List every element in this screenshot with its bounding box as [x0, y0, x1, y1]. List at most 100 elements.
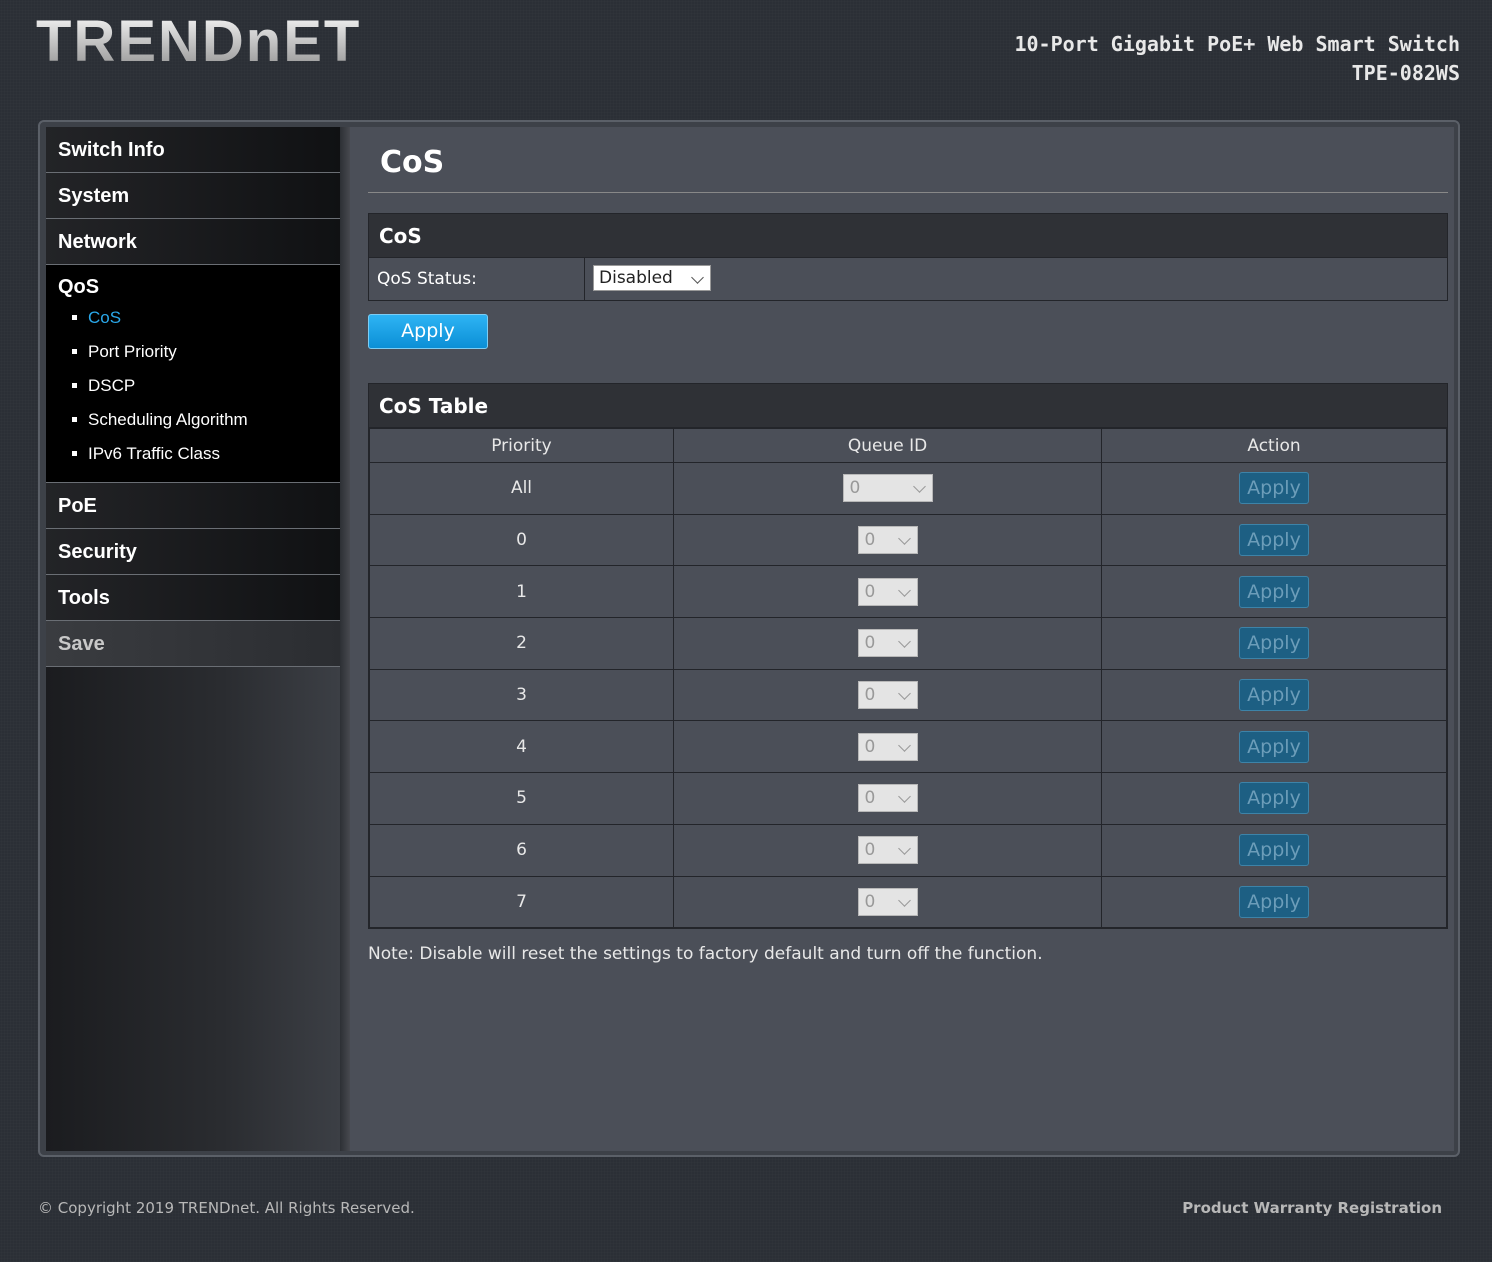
table-row: All 0 Apply — [369, 462, 1447, 515]
queue-id-value: 0 — [864, 581, 876, 602]
queue-id-value: 0 — [864, 633, 876, 654]
bullet-icon — [72, 451, 77, 456]
table-row: 0 0 Apply — [369, 513, 1447, 567]
row-apply-button[interactable]: Apply — [1239, 575, 1309, 608]
table-row: 4 0 Apply — [369, 720, 1447, 774]
cos-box-title: CoS — [369, 214, 1447, 258]
subnav-label: IPv6 Traffic Class — [88, 444, 220, 463]
table-row: 5 0 Apply — [369, 772, 1447, 825]
nav-save[interactable]: Save — [46, 621, 340, 667]
cos-table-body: All 0 Apply 0 0 Apply 1 0 Apply 2 0 Apply 3 0 Apply 4 0 A… — [369, 462, 1447, 929]
action-cell: Apply — [1101, 823, 1447, 877]
nav-poe[interactable]: PoE — [46, 483, 340, 529]
nav-network[interactable]: Network — [46, 219, 340, 265]
qos-status-value: Disabled — [599, 268, 673, 288]
queue-id-select[interactable]: 0 — [857, 681, 918, 710]
product-header: 10-Port Gigabit PoE+ Web Smart Switch TP… — [1014, 30, 1460, 88]
table-row: 7 0 Apply — [369, 875, 1447, 929]
priority-cell: 7 — [369, 875, 674, 929]
queue-id-select[interactable]: 0 — [857, 887, 918, 916]
subnav-label: DSCP — [88, 376, 136, 395]
chevron-down-icon — [897, 738, 911, 752]
priority-cell: All — [369, 462, 674, 515]
nav-system[interactable]: System — [46, 173, 340, 219]
queue-id-select[interactable]: 0 — [857, 784, 918, 813]
subnav-port-priority[interactable]: Port Priority — [46, 335, 340, 369]
queue-cell: 0 — [673, 875, 1102, 929]
queue-cell: 0 — [673, 513, 1102, 567]
copyright-text: © Copyright 2019 TRENDnet. All Rights Re… — [38, 1199, 415, 1217]
queue-cell: 0 — [673, 668, 1102, 722]
queue-cell: 0 — [673, 720, 1102, 774]
row-apply-button[interactable]: Apply — [1239, 472, 1309, 505]
qos-submenu: CoS Port Priority DSCP Scheduling Algori… — [46, 301, 340, 471]
chevron-down-icon — [912, 480, 926, 494]
queue-cell: 0 — [673, 565, 1102, 619]
subnav-scheduling-algorithm[interactable]: Scheduling Algorithm — [46, 403, 340, 437]
nav-security[interactable]: Security — [46, 529, 340, 575]
note-text: Note: Disable will reset the settings to… — [368, 944, 1043, 964]
content-frame: Switch Info System Network QoS CoS Port … — [38, 120, 1460, 1157]
action-cell: Apply — [1101, 617, 1447, 670]
priority-cell: 0 — [369, 513, 674, 567]
nav-switch-info[interactable]: Switch Info — [46, 127, 340, 173]
queue-id-select[interactable]: 0 — [842, 474, 933, 503]
col-action: Action — [1101, 428, 1447, 463]
queue-cell: 0 — [673, 462, 1102, 515]
table-row: 2 0 Apply — [369, 617, 1447, 670]
table-row: 1 0 Apply — [369, 565, 1447, 619]
priority-cell: 1 — [369, 565, 674, 619]
page-title: CoS — [380, 145, 445, 180]
queue-id-select[interactable]: 0 — [857, 732, 918, 761]
cos-settings-box: CoS QoS Status: Disabled — [368, 213, 1448, 301]
queue-cell: 0 — [673, 617, 1102, 670]
chevron-down-icon — [897, 532, 911, 545]
row-apply-button[interactable]: Apply — [1239, 782, 1309, 815]
subnav-dscp[interactable]: DSCP — [46, 369, 340, 403]
priority-cell: 4 — [369, 720, 674, 774]
subnav-ipv6-traffic-class[interactable]: IPv6 Traffic Class — [46, 437, 340, 471]
chevron-down-icon — [897, 842, 911, 856]
chevron-down-icon — [897, 583, 911, 597]
row-apply-button[interactable]: Apply — [1239, 627, 1309, 660]
sidebar-divider — [340, 127, 350, 1151]
qos-status-row: QoS Status: Disabled — [369, 258, 1447, 300]
row-apply-button[interactable]: Apply — [1239, 679, 1309, 712]
priority-cell: 3 — [369, 668, 674, 722]
row-apply-button[interactable]: Apply — [1239, 885, 1309, 918]
queue-id-value: 0 — [864, 788, 876, 809]
queue-id-value: 0 — [864, 840, 876, 861]
action-cell: Apply — [1101, 462, 1447, 515]
cos-table-box: CoS Table Priority Queue ID Action All 0 A… — [368, 383, 1448, 930]
qos-status-select[interactable]: Disabled — [593, 265, 711, 291]
priority-cell: 6 — [369, 823, 674, 877]
nav-qos[interactable]: QoS — [46, 275, 340, 299]
queue-id-select[interactable]: 0 — [857, 577, 918, 606]
col-priority: Priority — [369, 428, 674, 463]
table-header-row: Priority Queue ID Action — [369, 428, 1447, 463]
row-apply-button[interactable]: Apply — [1239, 834, 1309, 867]
warranty-link[interactable]: Product Warranty Registration — [1182, 1199, 1442, 1217]
action-cell: Apply — [1101, 668, 1447, 722]
queue-id-select[interactable]: 0 — [857, 836, 918, 865]
table-row: 6 0 Apply — [369, 823, 1447, 877]
subnav-label: CoS — [88, 308, 122, 327]
action-cell: Apply — [1101, 565, 1447, 619]
queue-cell: 0 — [673, 772, 1102, 825]
queue-id-select[interactable]: 0 — [857, 526, 918, 555]
title-divider — [368, 192, 1448, 193]
main-panel: CoS CoS QoS Status: Disabled Apply CoS T… — [350, 127, 1454, 1151]
nav-tools[interactable]: Tools — [46, 575, 340, 621]
apply-button[interactable]: Apply — [368, 314, 488, 349]
chevron-down-icon — [691, 271, 704, 284]
subnav-cos[interactable]: CoS — [46, 301, 340, 335]
queue-id-value: 0 — [864, 685, 876, 706]
chevron-down-icon — [897, 893, 911, 907]
col-queue-id: Queue ID — [673, 428, 1102, 463]
row-apply-button[interactable]: Apply — [1239, 524, 1309, 557]
queue-cell: 0 — [673, 823, 1102, 877]
chevron-down-icon — [897, 635, 911, 649]
queue-id-select[interactable]: 0 — [857, 629, 918, 658]
row-apply-button[interactable]: Apply — [1239, 730, 1309, 763]
cos-table-title: CoS Table — [369, 384, 1447, 428]
